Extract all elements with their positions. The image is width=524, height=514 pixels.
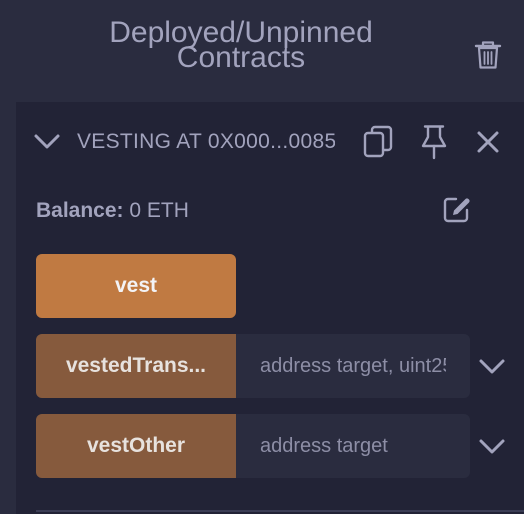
balance-line: Balance: 0 ETH xyxy=(36,198,189,224)
balance-label: Balance: xyxy=(36,199,124,222)
close-icon[interactable] xyxy=(474,128,502,156)
section-divider xyxy=(36,510,524,512)
section-title: Deployed/Unpinned Contracts xyxy=(60,18,422,73)
edit-icon[interactable] xyxy=(442,194,472,224)
contract-instance-title[interactable]: VESTING AT 0X000...0085 xyxy=(77,128,335,158)
deployed-contract-panel: VESTING AT 0X000...0085 Balance: 0 ETH v… xyxy=(16,102,524,514)
vest-button[interactable]: vest xyxy=(36,254,236,318)
vestedtransfer-args-input[interactable] xyxy=(236,334,470,398)
vestedtransfer-button[interactable]: vestedTrans... xyxy=(36,334,236,398)
vestother-args-input[interactable] xyxy=(236,414,470,478)
trash-icon[interactable] xyxy=(474,40,502,70)
vestother-button[interactable]: vestOther xyxy=(36,414,236,478)
pin-icon[interactable] xyxy=(419,124,449,160)
chevron-down-icon[interactable] xyxy=(476,430,508,462)
chevron-down-icon[interactable] xyxy=(476,350,508,382)
contract-instance-header: VESTING AT 0X000...0085 xyxy=(16,102,524,182)
copy-icon[interactable] xyxy=(362,124,394,160)
balance-value: 0 ETH xyxy=(129,199,189,222)
chevron-down-icon[interactable] xyxy=(32,126,62,156)
